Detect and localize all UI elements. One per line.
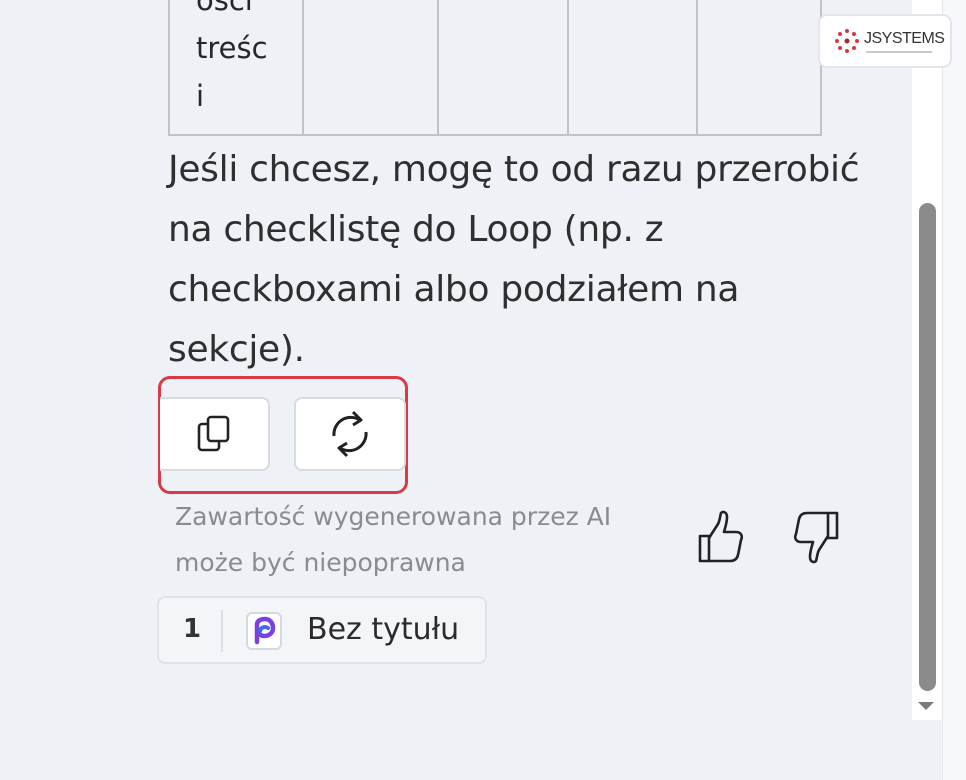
thumbs-down-icon: [793, 511, 839, 564]
loop-icon: [246, 612, 282, 650]
reference-number: 1: [183, 614, 202, 644]
jsystems-logo: JSYSTEMS: [818, 14, 952, 68]
regenerate-icon: [332, 410, 368, 458]
table-cell-text: ości treśc i: [196, 0, 268, 113]
table-fragment: ości treśc i: [168, 0, 822, 136]
disclaimer-line: Zawartość wygenerowana przez AI: [175, 502, 612, 531]
logo-text: JSYSTEMS: [864, 30, 945, 47]
copy-icon: [197, 415, 230, 452]
assistant-message-text: Jeśli chcesz, mogę to od razu przerobić …: [168, 149, 860, 370]
scroll-down-arrow-icon[interactable]: [918, 702, 934, 710]
copy-button[interactable]: [160, 397, 270, 471]
thumbs-up-icon: [698, 510, 744, 563]
table-cell: [569, 0, 698, 134]
table-cell: [304, 0, 439, 134]
like-button[interactable]: [696, 508, 746, 566]
reference-divider: [221, 610, 223, 652]
logo-mark-icon: [835, 29, 859, 53]
table-cell: [698, 0, 820, 134]
reference-title: Bez tytułu: [307, 612, 460, 647]
ai-disclaimer: Zawartość wygenerowana przez AI może być…: [175, 494, 675, 586]
logo-underline: [866, 51, 932, 53]
dislike-button[interactable]: [791, 508, 841, 566]
right-edge-panel: [942, 0, 966, 780]
table-cell: [439, 0, 569, 134]
scrollbar-thumb[interactable]: [919, 203, 936, 691]
table-cell: ości treśc i: [170, 0, 304, 134]
regenerate-button[interactable]: [294, 397, 406, 471]
reference-chip[interactable]: 1 Bez tytułu: [157, 596, 487, 664]
disclaimer-line: może być niepoprawna: [175, 548, 466, 577]
